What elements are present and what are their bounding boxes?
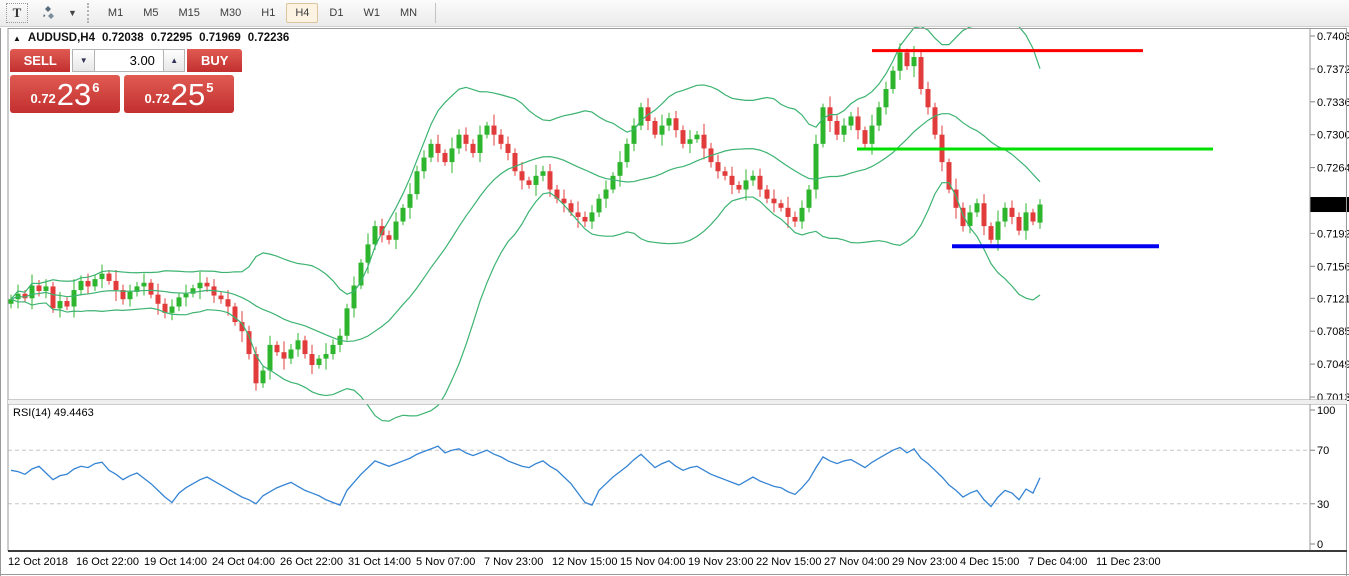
timeframe-button-w1[interactable]: W1 (354, 3, 389, 23)
time-axis-label: 7 Nov 23:00 (484, 556, 543, 568)
buy-button[interactable]: BUY (187, 49, 242, 72)
chart-header: ▲ AUDUSD,H4 0.72038 0.72295 0.71969 0.72… (13, 32, 289, 44)
timeframe-button-m15[interactable]: M15 (169, 3, 208, 23)
price-axis-label: 0.72640 (1317, 163, 1349, 175)
text-tool-button[interactable]: T (6, 3, 28, 23)
time-axis-label: 16 Oct 22:00 (76, 556, 139, 568)
time-axis-label: 29 Nov 23:00 (892, 556, 957, 568)
volume-input[interactable] (94, 49, 163, 72)
rsi-axis-label: 0 (1317, 539, 1323, 551)
buy-price-pip: 5 (206, 80, 214, 95)
price-axis-label: 0.73360 (1317, 97, 1349, 109)
timeframe-button-m1[interactable]: M1 (99, 3, 132, 23)
low-value: 0.71969 (199, 32, 241, 44)
time-axis: 12 Oct 2018 16 Oct 22:00 19 Oct 14:00 24 Oc… (8, 556, 1161, 568)
timeframe-button-h4[interactable]: H4 (286, 3, 319, 23)
price-axis-label: 0.74080 (1317, 31, 1349, 43)
one-click-trading-panel: SELL ▼ ▲ BUY 0.72 23 6 0.72 25 5 (10, 49, 242, 113)
time-axis-label: 27 Nov 04:00 (824, 556, 889, 568)
time-axis-label: 19 Nov 23:00 (688, 556, 753, 568)
price-axis-label: 0.71210 (1317, 293, 1349, 305)
sell-button[interactable]: SELL (10, 49, 71, 72)
buy-price-prefix: 0.72 (144, 91, 170, 106)
current-price-tag: 0.72236 (1310, 197, 1349, 213)
sell-price-pip: 6 (92, 80, 100, 95)
toolbar-grip (86, 3, 89, 23)
rsi-indicator-label: RSI(14) 49.4463 (13, 407, 94, 419)
symbol-period-label: AUDUSD,H4 (27, 32, 96, 44)
time-axis-label: 12 Oct 2018 (8, 556, 68, 568)
sell-price-big: 23 (56, 76, 92, 112)
chevron-down-icon[interactable]: ▼ (68, 8, 77, 18)
price-axis-label: 0.70490 (1317, 359, 1349, 371)
rsi-axis-label: 30 (1317, 499, 1329, 511)
timeframe-buttons: M1 M5 M15 M30 H1 H4 D1 W1 MN (98, 0, 427, 27)
collapse-panel-icon[interactable]: ▲ (13, 34, 21, 43)
time-axis-label: 26 Oct 22:00 (280, 556, 343, 568)
buy-price-big: 25 (170, 76, 206, 112)
time-axis-label: 31 Oct 14:00 (348, 556, 411, 568)
arrange-icon[interactable] (36, 3, 60, 23)
volume-decrease-button[interactable]: ▼ (72, 49, 95, 72)
time-axis-label: 4 Dec 15:00 (960, 556, 1019, 568)
timeframe-button-m30[interactable]: M30 (211, 3, 250, 23)
price-axis-label: 0.71920 (1317, 228, 1349, 240)
toolbar-separator (435, 3, 437, 23)
timeframe-button-m5[interactable]: M5 (134, 3, 167, 23)
price-axis-label: 0.71560 (1317, 261, 1349, 273)
timeframe-button-mn[interactable]: MN (391, 3, 426, 23)
time-axis-label: 15 Nov 04:00 (620, 556, 685, 568)
time-axis-label: 7 Dec 04:00 (1028, 556, 1087, 568)
time-axis-label: 11 Dec 23:00 (1096, 556, 1161, 568)
time-axis-label: 22 Nov 15:00 (756, 556, 821, 568)
price-axis-label: 0.70850 (1317, 326, 1349, 338)
rsi-axis-label: 70 (1317, 445, 1329, 457)
sell-price-button[interactable]: 0.72 23 6 (10, 75, 120, 113)
time-axis-label: 12 Nov 15:00 (552, 556, 617, 568)
price-axis-label: 0.73720 (1317, 64, 1349, 76)
mt4-chart-window: T ▼ M1M5M15M30H1H4D1W1MN 0.74080 0.73720 0… (0, 0, 1349, 576)
high-value: 0.72295 (150, 32, 193, 44)
pane-splitter[interactable] (8, 400, 1347, 404)
rsi-axis-label: 100 (1317, 405, 1335, 417)
timeframe-button-d1[interactable]: D1 (320, 3, 352, 23)
close-value: 0.72236 (247, 32, 290, 44)
volume-increase-button[interactable]: ▲ (162, 49, 186, 72)
toolbar: T ▼ M1 M5 M15 M30 H1 H4 D1 W1 MN (0, 0, 1349, 27)
sell-price-prefix: 0.72 (30, 91, 56, 106)
time-axis-label: 19 Oct 14:00 (144, 556, 207, 568)
time-axis-label: 5 Nov 07:00 (416, 556, 475, 568)
buy-price-button[interactable]: 0.72 25 5 (124, 75, 234, 113)
price-axis-label: 0.73000 (1317, 130, 1349, 142)
svg-text:0.72236: 0.72236 (1312, 200, 1349, 212)
time-axis-label: 24 Oct 04:00 (212, 556, 275, 568)
open-value: 0.72038 (102, 32, 144, 44)
timeframe-button-h1[interactable]: H1 (252, 3, 284, 23)
